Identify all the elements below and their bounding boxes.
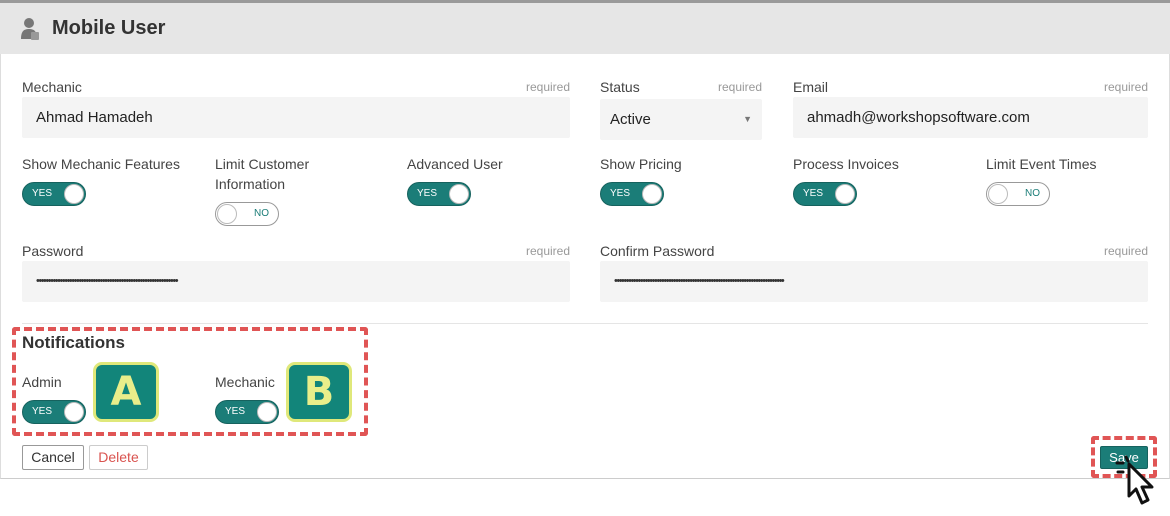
confirm-password-required: required [1103, 244, 1148, 258]
email-label: Email [793, 79, 829, 95]
password-input[interactable]: ••••••••••••••••••••••••••••••••••••••••… [22, 261, 570, 302]
password-required: required [525, 244, 570, 258]
show-pricing-label: Show Pricing [600, 156, 682, 172]
toggle-knob [449, 184, 469, 204]
toggle-state: NO [1025, 188, 1040, 199]
toggle-state: YES [610, 188, 631, 199]
dropdown-arrow-icon: ▼ [743, 114, 752, 124]
toggle-state: YES [803, 188, 824, 199]
section-divider [22, 323, 1148, 324]
toggle-knob [988, 184, 1008, 204]
confirm-password-label: Confirm Password [600, 243, 715, 259]
limit-event-times-label: Limit Event Times [986, 156, 1097, 172]
status-value: Active [610, 111, 651, 128]
cancel-button[interactable]: Cancel [22, 445, 84, 470]
page-header: Mobile User [0, 3, 1170, 54]
status-select[interactable]: Active ▼ [600, 99, 762, 140]
mechanic-required: required [525, 80, 570, 94]
process-invoices-label: Process Invoices [793, 156, 899, 172]
show-mechanic-features-label: Show Mechanic Features [22, 156, 180, 172]
toggle-state: NO [254, 208, 269, 219]
limit-customer-information-toggle[interactable]: NO [215, 202, 279, 226]
mechanic-label: Mechanic [22, 79, 82, 95]
toggle-state: YES [32, 188, 53, 199]
toggle-knob [64, 184, 84, 204]
password-label: Password [22, 243, 84, 259]
limit-event-times-toggle[interactable]: NO [986, 182, 1050, 206]
status-label: Status [600, 79, 640, 95]
toggle-knob [835, 184, 855, 204]
process-invoices-toggle[interactable]: YES [793, 182, 857, 206]
pointer-cursor-icon [1115, 455, 1154, 505]
show-mechanic-features-toggle[interactable]: YES [22, 182, 86, 206]
toggle-knob [642, 184, 662, 204]
email-required: required [1103, 80, 1148, 94]
page-title: Mobile User [52, 17, 166, 39]
limit-customer-information-label: Limit Customer Information [215, 156, 310, 192]
confirm-password-input[interactable]: ••••••••••••••••••••••••••••••••••••••••… [600, 261, 1148, 302]
delete-button[interactable]: Delete [89, 445, 148, 470]
advanced-user-toggle[interactable]: YES [407, 182, 471, 206]
mechanic-input[interactable]: Ahmad Hamadeh [22, 97, 570, 138]
advanced-user-label: Advanced User [407, 156, 503, 172]
show-pricing-toggle[interactable]: YES [600, 182, 664, 206]
toggle-knob [217, 204, 237, 224]
toggle-state: YES [417, 188, 438, 199]
user-icon [21, 18, 39, 40]
notifications-highlight [12, 327, 368, 436]
status-required: required [717, 80, 762, 94]
email-input[interactable]: ahmadh@workshopsoftware.com [793, 97, 1148, 138]
